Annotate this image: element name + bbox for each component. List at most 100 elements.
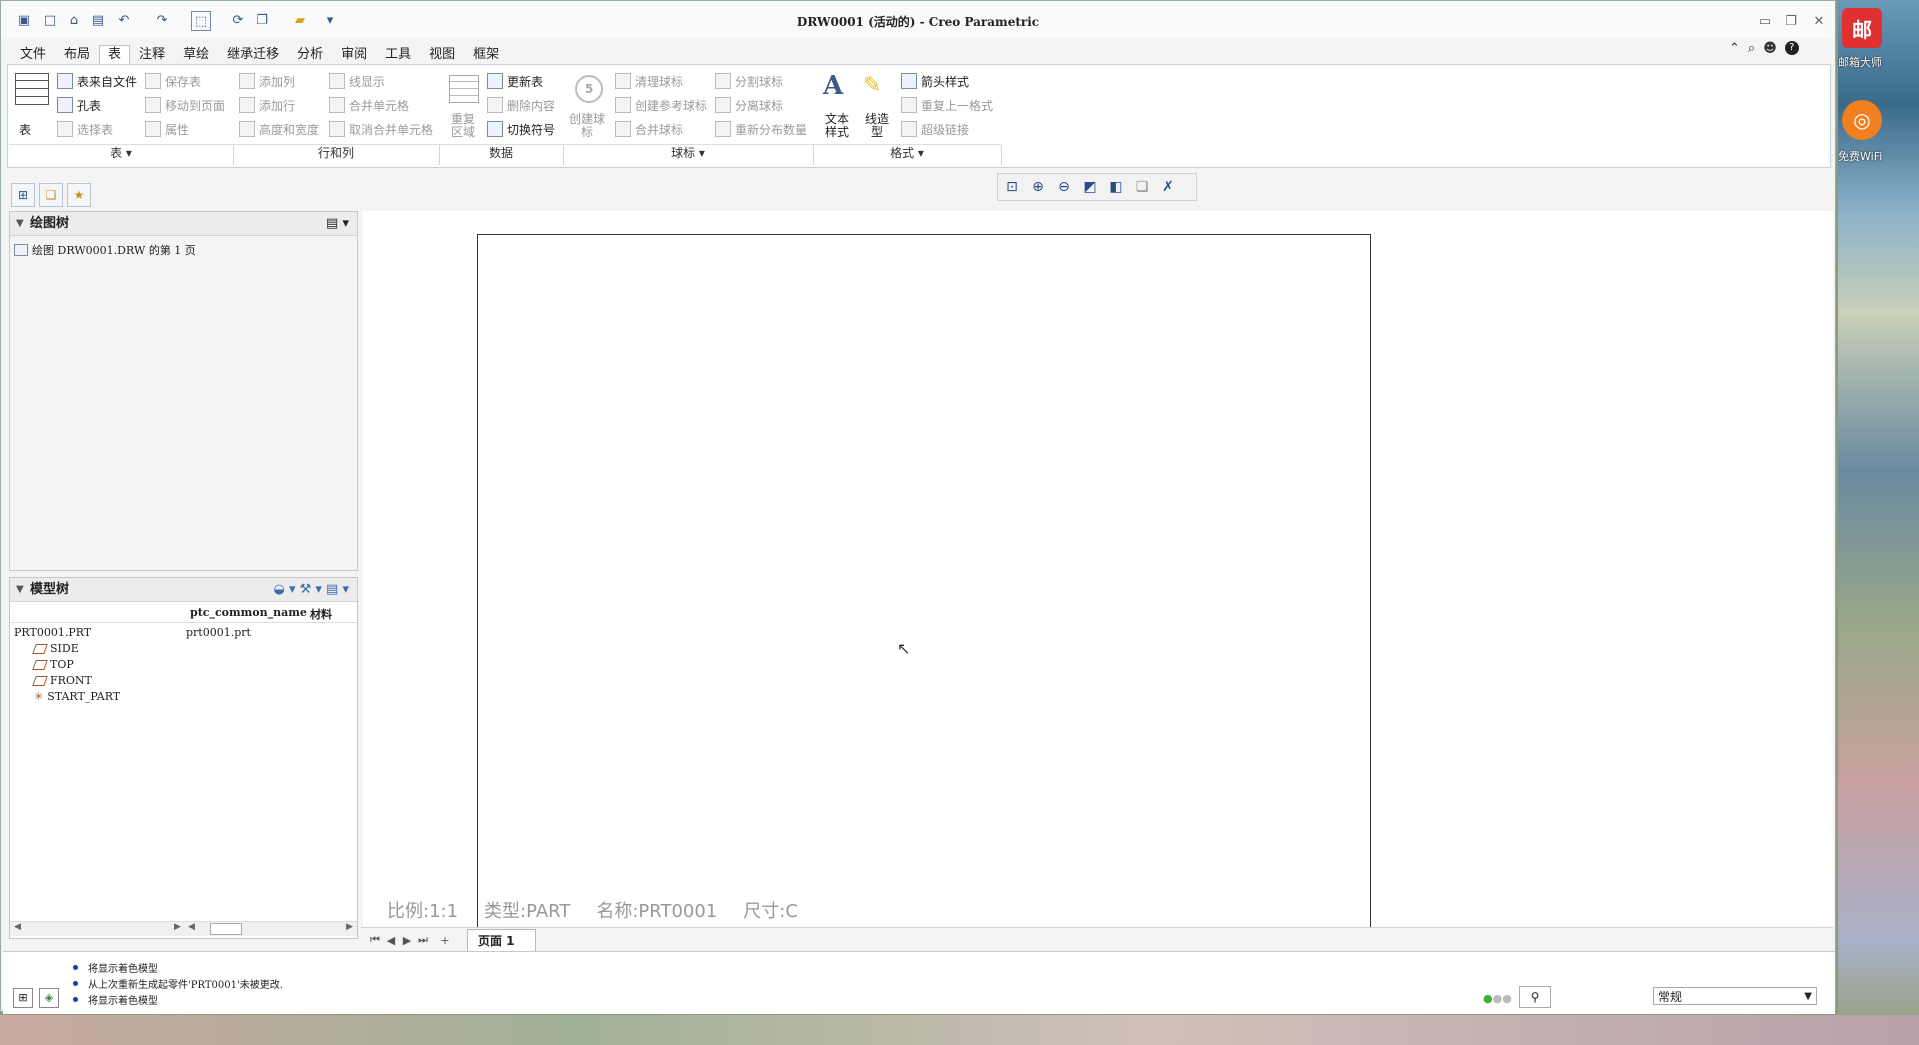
hole-table-button[interactable]: 孔表 — [57, 95, 101, 115]
tab-sketch[interactable]: 草绘 — [174, 45, 218, 65]
tab-framework[interactable]: 框架 — [464, 45, 508, 65]
tab-legacy[interactable]: 继承迁移 — [218, 45, 288, 65]
model-tree-root[interactable]: PRT0001.PRT — [14, 626, 91, 639]
repeat-region-icon[interactable] — [449, 75, 479, 103]
tab-table[interactable]: 表 — [99, 45, 131, 65]
model-tree-item-front[interactable]: FRONT — [32, 674, 92, 687]
properties-button[interactable]: 属性 — [145, 119, 189, 139]
tab-view[interactable]: 视图 — [420, 45, 464, 65]
group-table-label[interactable]: 表 ▾ — [9, 144, 233, 161]
drawing-tree-header[interactable]: ▼ 绘图树 ▤ ▾ — [10, 212, 357, 236]
unmerge-cells-button[interactable]: 取消合并单元格 — [329, 119, 433, 139]
table-from-file-button[interactable]: 表来自文件 — [57, 71, 137, 91]
minimize-icon[interactable]: ▭ — [1755, 11, 1775, 31]
community-icon[interactable]: ☻ — [1763, 41, 1777, 56]
youjian-icon[interactable]: 邮 — [1842, 8, 1882, 48]
tab-tools[interactable]: 工具 — [376, 45, 420, 65]
regen-status-icon[interactable]: ●●● — [1483, 992, 1512, 1005]
create-ref-balloon-button[interactable]: 创建参考球标 — [615, 95, 707, 115]
add-row-button[interactable]: 添加行 — [239, 95, 295, 115]
tab-analysis[interactable]: 分析 — [288, 45, 332, 65]
table-insert-button[interactable]: 表 — [19, 119, 31, 139]
folder-browser-tab-icon[interactable]: ❑ — [39, 183, 63, 207]
arrow-style-button[interactable]: 箭头样式 — [901, 71, 969, 91]
split-balloons-button[interactable]: 分割球标 — [715, 71, 783, 91]
add-page-icon[interactable]: + — [437, 934, 453, 947]
repaint-icon[interactable]: ◩ — [1080, 177, 1100, 197]
group-balloon-label[interactable]: 球标 ▾ — [563, 144, 813, 161]
repeat-region-button[interactable]: 重复 区域 — [445, 113, 481, 139]
first-page-icon[interactable]: ⏮ — [367, 933, 383, 947]
zoom-out-icon[interactable]: ⊖ — [1054, 177, 1074, 197]
merge-balloons-button[interactable]: 合并球标 — [615, 119, 683, 139]
update-table-button[interactable]: 更新表 — [487, 71, 543, 91]
scroll-thumb[interactable] — [210, 923, 242, 935]
redistribute-qty-button[interactable]: 重新分布数量 — [715, 119, 807, 139]
move-to-page-button[interactable]: 移动到页面 — [145, 95, 225, 115]
height-width-icon — [239, 121, 255, 137]
hyperlink-button[interactable]: 超级链接 — [901, 119, 969, 139]
restore-icon[interactable]: ❐ — [1781, 11, 1801, 31]
text-style-button[interactable]: 文本 样式 — [819, 113, 855, 139]
scroll-right-icon[interactable]: ▶ — [346, 922, 353, 932]
prev-page-icon[interactable]: ◀ — [383, 934, 399, 947]
scroll-left-icon[interactable]: ◀ — [188, 922, 195, 932]
model-tree-item-side[interactable]: SIDE — [32, 642, 79, 655]
table-big-icon[interactable] — [15, 73, 49, 105]
scroll-right-icon[interactable]: ▶ — [174, 922, 181, 932]
model-tree-item-start-part[interactable]: ✳ START_PART — [34, 690, 120, 703]
find-icon[interactable]: ⚲ — [1519, 986, 1551, 1008]
selection-filter-select[interactable]: 常规 ▼ — [1653, 987, 1817, 1005]
next-page-icon[interactable]: ▶ — [399, 934, 415, 947]
create-balloon-button[interactable]: 创建球标 — [569, 113, 605, 139]
page-tab-1[interactable]: 页面 1 — [467, 928, 536, 952]
tab-layout[interactable]: 布局 — [55, 45, 99, 65]
search-icon[interactable]: ⌕ — [1748, 41, 1755, 56]
model-tree-tab-icon[interactable]: ⊞ — [11, 183, 35, 207]
collapse-triangle-icon[interactable]: ▼ — [16, 578, 24, 602]
collapse-triangle-icon[interactable]: ▼ — [16, 212, 24, 236]
group-format-label[interactable]: 格式 ▾ — [813, 144, 1001, 161]
drawing-tree-item[interactable]: 绘图 DRW0001.DRW 的第 1 页 — [14, 242, 196, 258]
desktop-icon-label: 邮箱大师 — [1838, 56, 1882, 69]
browser-toggle-icon[interactable]: ◈ — [39, 988, 59, 1008]
refit-icon[interactable]: ⊡ — [1002, 177, 1022, 197]
wifi-icon[interactable]: ◎ — [1842, 100, 1882, 140]
display-style-icon[interactable]: ◧ — [1106, 177, 1126, 197]
save-table-button[interactable]: 保存表 — [145, 71, 201, 91]
tab-annotate[interactable]: 注释 — [130, 45, 174, 65]
delete-content-button[interactable]: 删除内容 — [487, 95, 555, 115]
detach-balloons-button[interactable]: 分离球标 — [715, 95, 783, 115]
help-icon[interactable]: ? — [1784, 41, 1799, 55]
column-header-common-name[interactable]: ptc_common_name — [190, 606, 307, 619]
line-style-icon[interactable]: ✎ — [863, 73, 881, 98]
model-tree-tools-icon[interactable]: ◒ ▾ ⚒ ▾ ▤ ▾ — [273, 578, 349, 602]
tree-settings-icon[interactable]: ▤ ▾ — [326, 212, 349, 236]
close-icon[interactable]: ✕ — [1809, 11, 1829, 31]
last-page-icon[interactable]: ⏭ — [415, 933, 431, 947]
model-tree-scrollbar[interactable]: ◀ ▶ ◀ ▶ — [10, 921, 357, 936]
repeat-last-format-button[interactable]: 重复上一格式 — [901, 95, 993, 115]
line-style-button[interactable]: 线造型 — [859, 113, 895, 139]
add-column-button[interactable]: 添加列 — [239, 71, 295, 91]
navigator-toggle-icon[interactable]: ⊞ — [13, 988, 33, 1008]
annotation-display-icon[interactable]: ❏ — [1132, 177, 1152, 197]
clean-balloons-button[interactable]: 清理球标 — [615, 71, 683, 91]
datum-display-icon[interactable]: ✗ — [1158, 177, 1178, 197]
model-tree-header[interactable]: ▼ 模型树 ◒ ▾ ⚒ ▾ ▤ ▾ — [10, 578, 357, 602]
line-display-button[interactable]: 线显示 — [329, 71, 385, 91]
tab-file[interactable]: 文件 — [11, 45, 55, 65]
balloon-icon[interactable]: 5 — [575, 75, 603, 103]
model-tree-item-top[interactable]: TOP — [32, 658, 74, 671]
collapse-ribbon-icon[interactable]: ⌃ — [1729, 41, 1740, 56]
favorites-tab-icon[interactable]: ★ — [67, 183, 91, 207]
select-table-button[interactable]: 选择表 — [57, 119, 113, 139]
switch-symbol-button[interactable]: 切换符号 — [487, 119, 555, 139]
height-width-button[interactable]: 高度和宽度 — [239, 119, 319, 139]
text-style-icon[interactable]: A — [823, 71, 843, 101]
zoom-in-icon[interactable]: ⊕ — [1028, 177, 1048, 197]
scroll-left-icon[interactable]: ◀ — [14, 922, 21, 932]
tab-review[interactable]: 审阅 — [332, 45, 376, 65]
column-header-material[interactable]: 材料 — [310, 606, 332, 622]
merge-cells-button[interactable]: 合并单元格 — [329, 95, 409, 115]
